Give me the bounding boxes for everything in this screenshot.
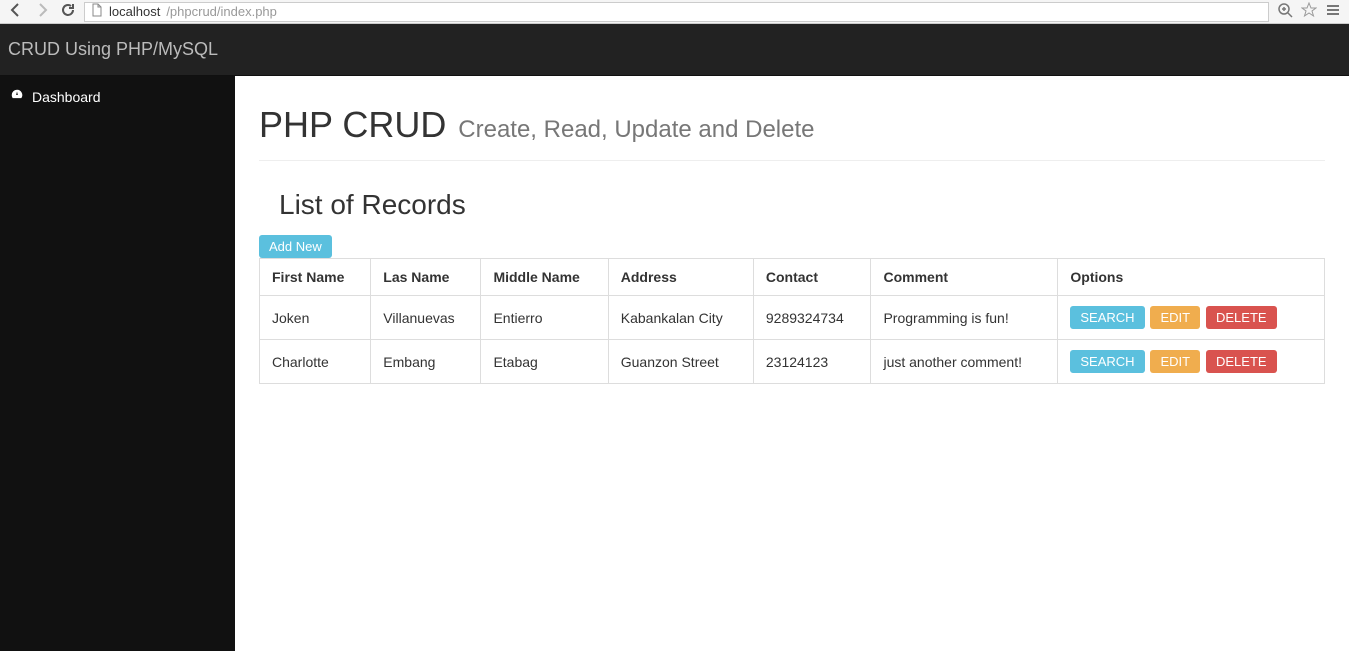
page-header: PHP CRUD Create, Read, Update and Delete — [259, 98, 1325, 161]
page-icon — [91, 3, 103, 20]
url-host: localhost — [109, 4, 160, 19]
section-title: List of Records — [279, 189, 1325, 221]
topbar: CRUD Using PHP/MySQL — [0, 24, 1349, 76]
cell-last: Villanuevas — [371, 296, 481, 340]
cell-middle: Etabag — [481, 340, 608, 384]
delete-button[interactable]: DELETE — [1206, 350, 1277, 373]
table-row: Charlotte Embang Etabag Guanzon Street 2… — [260, 340, 1325, 384]
cell-address: Kabankalan City — [608, 296, 753, 340]
cell-contact: 9289324734 — [753, 296, 871, 340]
cell-comment: Programming is fun! — [871, 296, 1058, 340]
sidebar: Dashboard — [0, 76, 235, 651]
search-button[interactable]: SEARCH — [1070, 306, 1144, 329]
forward-icon[interactable] — [34, 2, 50, 21]
edit-button[interactable]: EDIT — [1150, 306, 1200, 329]
url-input[interactable]: localhost/phpcrud/index.php — [84, 2, 1269, 22]
col-last-name: Las Name — [371, 259, 481, 296]
delete-button[interactable]: DELETE — [1206, 306, 1277, 329]
cell-last: Embang — [371, 340, 481, 384]
page-title: PHP CRUD — [259, 104, 446, 145]
url-path: /phpcrud/index.php — [166, 4, 277, 19]
col-contact: Contact — [753, 259, 871, 296]
col-first-name: First Name — [260, 259, 371, 296]
reload-icon[interactable] — [60, 2, 76, 21]
menu-icon[interactable] — [1325, 2, 1341, 21]
brand-title: CRUD Using PHP/MySQL — [8, 39, 218, 60]
col-options: Options — [1058, 259, 1325, 296]
sidebar-item-label: Dashboard — [32, 89, 101, 105]
back-icon[interactable] — [8, 2, 24, 21]
star-icon[interactable] — [1301, 2, 1317, 21]
col-address: Address — [608, 259, 753, 296]
main-content: PHP CRUD Create, Read, Update and Delete… — [235, 76, 1349, 651]
browser-toolbar: localhost/phpcrud/index.php — [0, 0, 1349, 24]
table-row: Joken Villanuevas Entierro Kabankalan Ci… — [260, 296, 1325, 340]
cell-options: SEARCH EDIT DELETE — [1058, 296, 1325, 340]
cell-comment: just another comment! — [871, 340, 1058, 384]
edit-button[interactable]: EDIT — [1150, 350, 1200, 373]
cell-options: SEARCH EDIT DELETE — [1058, 340, 1325, 384]
sidebar-item-dashboard[interactable]: Dashboard — [0, 76, 235, 117]
cell-middle: Entierro — [481, 296, 608, 340]
zoom-icon[interactable] — [1277, 2, 1293, 21]
cell-contact: 23124123 — [753, 340, 871, 384]
cell-address: Guanzon Street — [608, 340, 753, 384]
records-table: First Name Las Name Middle Name Address … — [259, 258, 1325, 384]
cell-first: Charlotte — [260, 340, 371, 384]
search-button[interactable]: SEARCH — [1070, 350, 1144, 373]
add-new-button[interactable]: Add New — [259, 235, 332, 258]
col-middle-name: Middle Name — [481, 259, 608, 296]
cell-first: Joken — [260, 296, 371, 340]
dashboard-icon — [10, 88, 24, 105]
col-comment: Comment — [871, 259, 1058, 296]
page-subtitle: Create, Read, Update and Delete — [458, 116, 814, 143]
